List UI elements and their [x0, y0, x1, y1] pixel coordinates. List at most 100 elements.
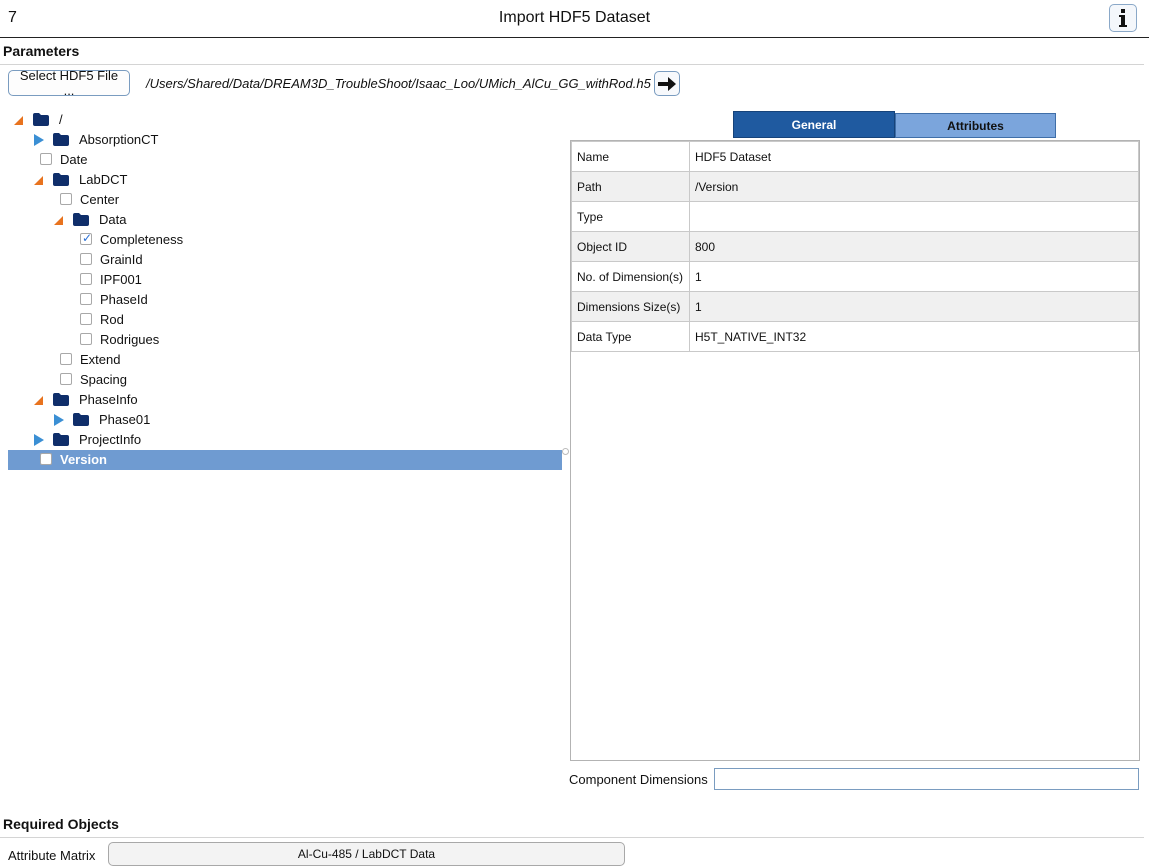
info-icon: [1119, 9, 1127, 27]
filter-title: Import HDF5 Dataset: [498, 9, 651, 26]
checkbox-icon[interactable]: [80, 253, 92, 265]
arrow-right-icon: [658, 76, 676, 91]
tree-item-label: GrainId: [100, 252, 143, 267]
tree-item[interactable]: IPF001: [8, 270, 562, 290]
tree-item-label: Center: [80, 192, 120, 207]
table-row: Path/Version: [571, 171, 1139, 202]
triangle-expanded-icon[interactable]: [54, 216, 63, 225]
tree-item[interactable]: Version: [8, 450, 562, 470]
attribute-matrix-selector[interactable]: Al-Cu-485 / LabDCT Data: [108, 842, 625, 866]
property-value: [689, 201, 1139, 232]
tree-item-label: Spacing: [80, 372, 127, 387]
tree-item-label: AbsorptionCT: [79, 132, 159, 147]
property-key: Type: [571, 201, 690, 232]
property-key: Path: [571, 171, 690, 202]
tree-item[interactable]: Rod: [8, 310, 562, 330]
property-value: HDF5 Dataset: [689, 141, 1139, 172]
checkbox-icon[interactable]: [60, 353, 72, 365]
tree-item[interactable]: /: [8, 110, 562, 130]
folder-icon: [53, 393, 69, 406]
tree-item[interactable]: Phase01: [8, 410, 562, 430]
tree-item[interactable]: Completeness: [8, 230, 562, 250]
tree-item-label: Rod: [100, 312, 124, 327]
tree-item[interactable]: PhaseInfo: [8, 390, 562, 410]
property-value: /Version: [689, 171, 1139, 202]
tree-item-label: Rodrigues: [100, 332, 160, 347]
tree-item-label: Extend: [80, 352, 121, 367]
checkbox-icon[interactable]: [80, 273, 92, 285]
property-value: 1: [689, 261, 1139, 292]
tree-item-label: LabDCT: [79, 172, 128, 187]
required-objects-section-title: Required Objects: [3, 816, 119, 832]
info-button[interactable]: [1109, 4, 1137, 32]
tree-item-label: ProjectInfo: [79, 432, 142, 447]
tab-general[interactable]: General: [733, 111, 895, 138]
tree-item-label: Date: [60, 152, 88, 167]
tree-item[interactable]: PhaseId: [8, 290, 562, 310]
checkbox-icon[interactable]: [40, 153, 52, 165]
component-dimensions-label: Component Dimensions: [569, 772, 708, 787]
tree-item[interactable]: Rodrigues: [8, 330, 562, 350]
folder-icon: [73, 213, 89, 226]
property-key: Object ID: [571, 231, 690, 262]
tab-attributes[interactable]: Attributes: [895, 113, 1056, 138]
tree-item[interactable]: Date: [8, 150, 562, 170]
tree-item[interactable]: Data: [8, 210, 562, 230]
property-key: Name: [571, 141, 690, 172]
checkbox-icon[interactable]: [80, 313, 92, 325]
property-value: 800: [689, 231, 1139, 262]
tree-item-label: Version: [60, 452, 107, 467]
property-key: Dimensions Size(s): [571, 291, 690, 322]
triangle-collapsed-icon[interactable]: [54, 414, 64, 426]
tree-item-label: IPF001: [100, 272, 142, 287]
checkbox-icon[interactable]: [80, 333, 92, 345]
tree-item-label: PhaseId: [100, 292, 148, 307]
section-divider: [0, 837, 1144, 838]
tree-item-label: PhaseInfo: [79, 392, 138, 407]
tree-item-label: Completeness: [100, 232, 184, 247]
tree-item[interactable]: GrainId: [8, 250, 562, 270]
triangle-expanded-icon[interactable]: [34, 396, 43, 405]
property-key: No. of Dimension(s): [571, 261, 690, 292]
table-row: Data Type H5T_NATIVE_INT32: [571, 321, 1139, 352]
splitter-handle[interactable]: [562, 448, 569, 455]
checkbox-icon[interactable]: [80, 231, 92, 245]
section-divider: [0, 64, 1144, 65]
parameters-section-title: Parameters: [3, 43, 80, 59]
tree-item[interactable]: Extend: [8, 350, 562, 370]
component-dimensions-input[interactable]: [714, 768, 1139, 790]
go-button[interactable]: [654, 71, 680, 96]
properties-panel: Name HDF5 Dataset Path/Version Type Object I…: [570, 140, 1140, 761]
checkbox-icon[interactable]: [40, 453, 52, 465]
checkbox-icon[interactable]: [60, 373, 72, 385]
table-row: Type: [571, 201, 1139, 232]
table-row: No. of Dimension(s) 1: [571, 261, 1139, 292]
property-key: Data Type: [571, 321, 690, 352]
tree-item[interactable]: LabDCT: [8, 170, 562, 190]
tree-item[interactable]: Center: [8, 190, 562, 210]
triangle-expanded-icon[interactable]: [34, 176, 43, 185]
tree-item[interactable]: AbsorptionCT: [8, 130, 562, 150]
property-value: 1: [689, 291, 1139, 322]
property-value: H5T_NATIVE_INT32: [689, 321, 1139, 352]
select-hdf5-file-button[interactable]: Select HDF5 File ...: [8, 68, 130, 98]
tree-item-label: Data: [99, 212, 127, 227]
folder-icon: [33, 113, 49, 126]
checkbox-icon[interactable]: [60, 193, 72, 205]
tree-item[interactable]: ProjectInfo: [8, 430, 562, 450]
triangle-expanded-icon[interactable]: [14, 116, 23, 125]
tree-item-label: /: [59, 112, 63, 127]
tree-item[interactable]: Spacing: [8, 370, 562, 390]
table-row: Object ID 800: [571, 231, 1139, 262]
folder-icon: [53, 433, 69, 446]
triangle-collapsed-icon[interactable]: [34, 434, 44, 446]
attribute-matrix-label: Attribute Matrix: [8, 848, 96, 863]
file-path-label: /Users/Shared/Data/DREAM3D_TroubleShoot/…: [146, 76, 651, 91]
table-row: Dimensions Size(s) 1: [571, 291, 1139, 322]
table-row: Name HDF5 Dataset: [571, 141, 1139, 172]
folder-icon: [73, 413, 89, 426]
checkbox-icon[interactable]: [80, 293, 92, 305]
folder-icon: [53, 133, 69, 146]
triangle-collapsed-icon[interactable]: [34, 134, 44, 146]
folder-icon: [53, 173, 69, 186]
